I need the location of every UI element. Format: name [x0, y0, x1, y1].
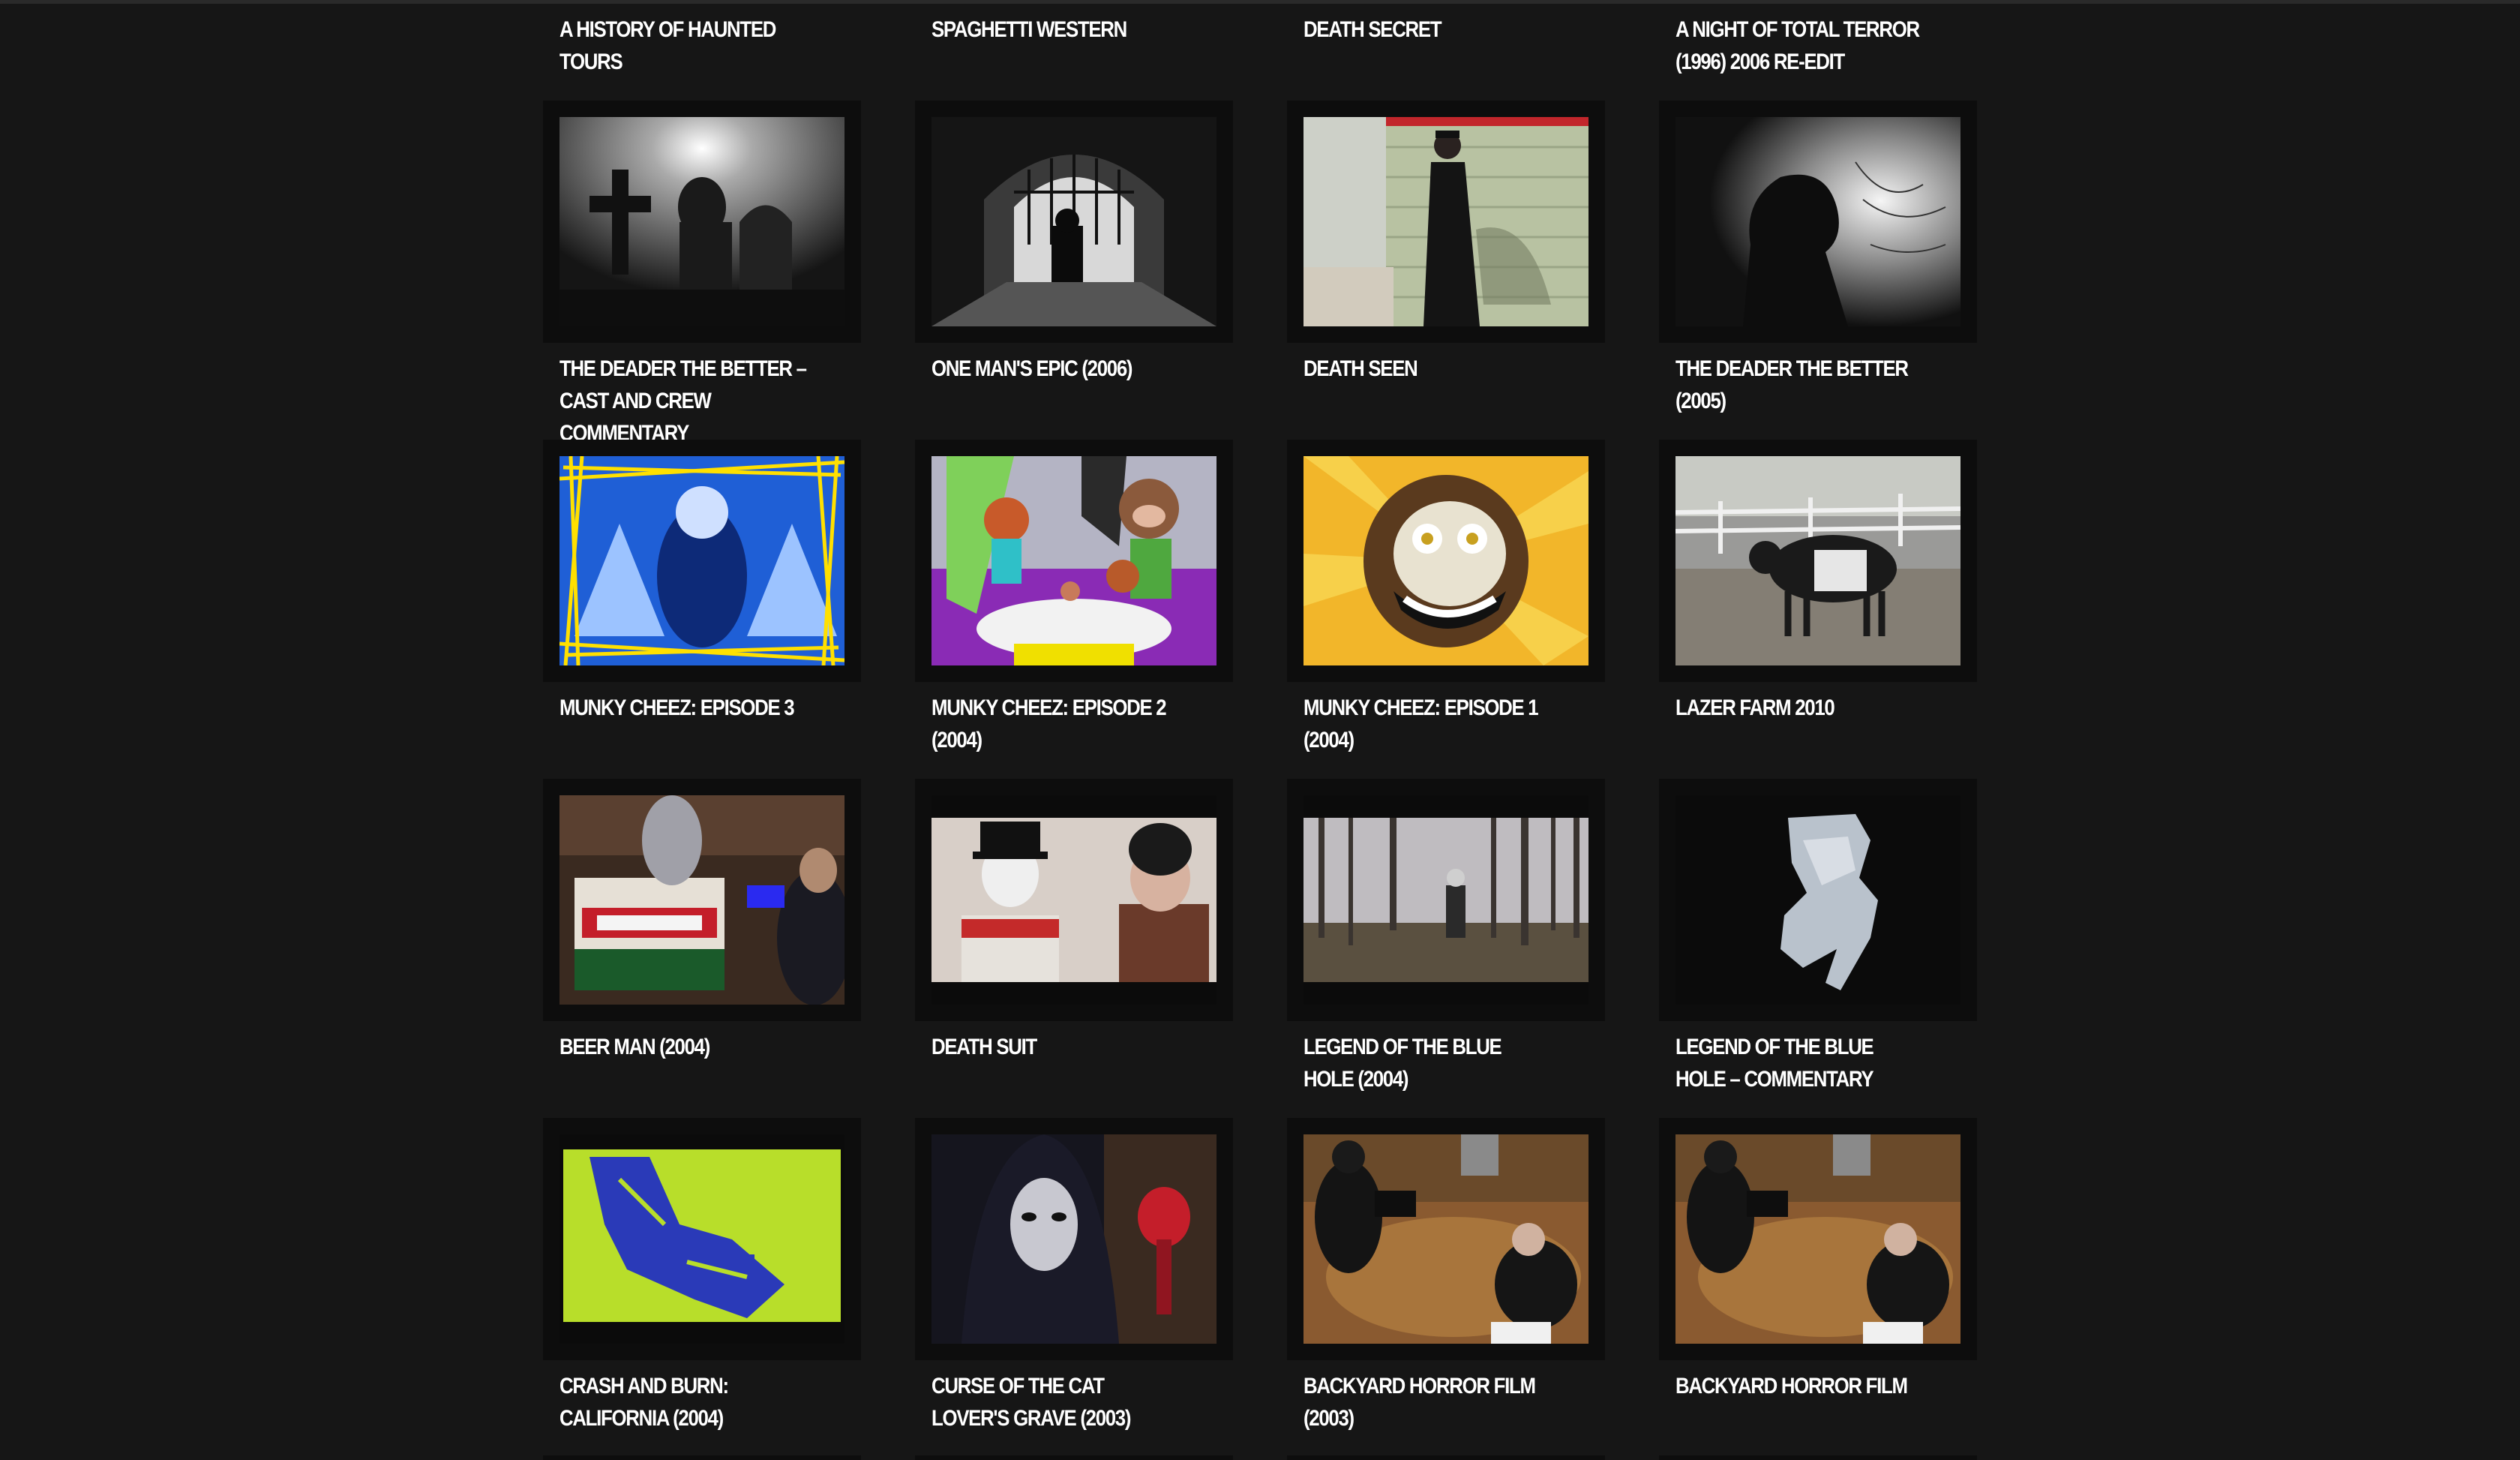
- video-thumbnail-image: [1676, 795, 1960, 1005]
- video-thumbnail-image: [1304, 1134, 1588, 1344]
- video-thumbnail-image: [1304, 456, 1588, 665]
- video-thumbnail-link[interactable]: [915, 440, 1233, 682]
- video-thumbnail-image: [932, 1134, 1216, 1344]
- video-title-link[interactable]: A HISTORY OF HAUNTED TOURS: [560, 14, 811, 78]
- video-thumbnail-image: [1676, 456, 1960, 665]
- video-thumbnail-link[interactable]: [1287, 779, 1605, 1021]
- video-title-link[interactable]: THE DEADER THE BETTER (2005): [1676, 353, 1927, 417]
- video-thumbnail-link[interactable]: [915, 779, 1233, 1021]
- video-title-link[interactable]: LEGEND OF THE BLUE HOLE (2004): [1304, 1031, 1555, 1095]
- video-thumbnail-image: [1304, 117, 1588, 326]
- video-thumbnail-link[interactable]: [1659, 1118, 1977, 1360]
- video-thumbnail-link[interactable]: [1659, 779, 1977, 1021]
- video-thumbnail-image: [560, 1134, 844, 1344]
- video-thumbnail-link[interactable]: [543, 440, 861, 682]
- video-thumbnail-link[interactable]: [1287, 1118, 1605, 1360]
- video-thumbnail-image: [932, 795, 1216, 1005]
- video-thumbnail-link[interactable]: [915, 1455, 1233, 1460]
- video-thumbnail-image: [560, 795, 844, 1005]
- video-thumbnail-link[interactable]: [1287, 440, 1605, 682]
- video-title-link[interactable]: LAZER FARM 2010: [1676, 692, 1927, 724]
- video-thumbnail-image: [1676, 117, 1960, 326]
- video-thumbnail-link[interactable]: [915, 1118, 1233, 1360]
- video-thumbnail-link[interactable]: [543, 1118, 861, 1360]
- top-edge-divider: [0, 0, 2520, 4]
- video-thumbnail-link[interactable]: [1287, 101, 1605, 343]
- video-thumbnail-link[interactable]: [543, 1455, 861, 1460]
- video-title-link[interactable]: CURSE OF THE CAT LOVER'S GRAVE (2003): [932, 1370, 1183, 1434]
- video-thumbnail-link[interactable]: [1659, 440, 1977, 682]
- video-title-link[interactable]: DEATH SECRET: [1304, 14, 1555, 46]
- video-thumbnail-image: [932, 117, 1216, 326]
- video-thumbnail-link[interactable]: [543, 101, 861, 343]
- video-thumbnail-image: [1304, 795, 1588, 1005]
- video-title-link[interactable]: A NIGHT OF TOTAL TERROR (1996) 2006 RE-E…: [1676, 14, 1927, 78]
- video-thumbnail-link[interactable]: [543, 779, 861, 1021]
- video-thumbnail-image: [560, 456, 844, 665]
- video-title-link[interactable]: MUNKY CHEEZ: EPISODE 3: [560, 692, 811, 724]
- video-title-link[interactable]: BEER MAN (2004): [560, 1031, 811, 1063]
- video-title-link[interactable]: ONE MAN'S EPIC (2006): [932, 353, 1183, 385]
- video-title-link[interactable]: LEGEND OF THE BLUE HOLE – COMMENTARY: [1676, 1031, 1927, 1095]
- video-title-link[interactable]: SPAGHETTI WESTERN: [932, 14, 1183, 46]
- video-title-link[interactable]: DEATH SEEN: [1304, 353, 1555, 385]
- video-thumbnail-link[interactable]: [1659, 1455, 1977, 1460]
- video-title-link[interactable]: CRASH AND BURN: CALIFORNIA (2004): [560, 1370, 811, 1434]
- video-title-link[interactable]: MUNKY CHEEZ: EPISODE 1 (2004): [1304, 692, 1555, 756]
- video-title-link[interactable]: MUNKY CHEEZ: EPISODE 2 (2004): [932, 692, 1183, 756]
- video-thumbnail-link[interactable]: [1287, 1455, 1605, 1460]
- video-title-link[interactable]: THE DEADER THE BETTER – CAST AND CREW CO…: [560, 353, 811, 449]
- video-thumbnail-image: [1676, 1134, 1960, 1344]
- video-thumbnail-link[interactable]: [1659, 101, 1977, 343]
- video-thumbnail-image: [560, 117, 844, 326]
- video-thumbnail-image: [932, 456, 1216, 665]
- video-title-link[interactable]: BACKYARD HORROR FILM: [1676, 1370, 1927, 1402]
- video-thumbnail-link[interactable]: [915, 101, 1233, 343]
- video-title-link[interactable]: BACKYARD HORROR FILM (2003): [1304, 1370, 1555, 1434]
- video-title-link[interactable]: DEATH SUIT: [932, 1031, 1183, 1063]
